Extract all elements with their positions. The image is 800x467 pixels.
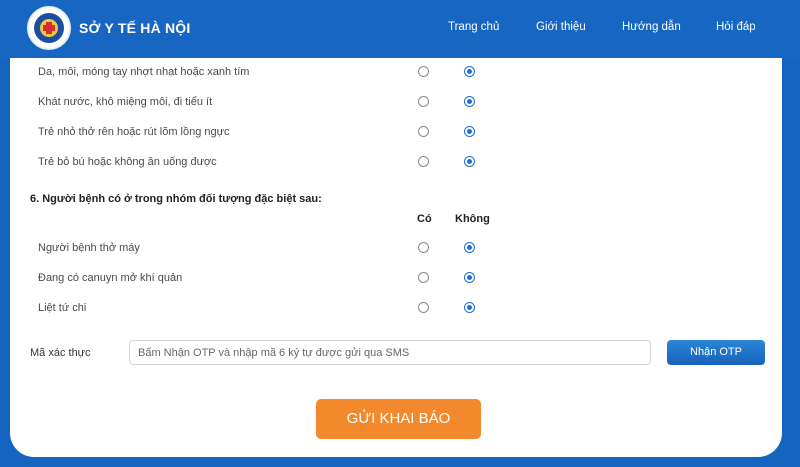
radio-no[interactable]: [464, 96, 475, 107]
column-header-no: Không: [455, 213, 490, 225]
radio-no[interactable]: [464, 272, 475, 283]
symptom-label: Trẻ nhỏ thở rên hoặc rút lõm lồng ngực: [38, 126, 230, 138]
otp-label: Mã xác thực: [30, 347, 91, 359]
radio-no[interactable]: [464, 302, 475, 313]
symptom-label: Khát nước, khô miệng môi, đi tiểu ít: [38, 96, 213, 108]
radio-yes[interactable]: [418, 156, 429, 167]
radio-yes[interactable]: [418, 272, 429, 283]
otp-input[interactable]: [129, 340, 651, 365]
radio-yes[interactable]: [418, 242, 429, 253]
section-title: 6. Người bệnh có ở trong nhóm đối tượng …: [30, 193, 322, 205]
radio-yes[interactable]: [418, 66, 429, 77]
brand-title: SỞ Y TẾ HÀ NỘI: [79, 20, 191, 36]
special-group-label: Đang có canuyn mở khí quản: [38, 272, 183, 284]
nav-home[interactable]: Trang chủ: [448, 21, 499, 33]
radio-yes[interactable]: [418, 126, 429, 137]
symptom-label: Da, môi, móng tay nhợt nhạt hoặc xanh tí…: [38, 66, 250, 78]
radio-no[interactable]: [464, 156, 475, 167]
nav-guide[interactable]: Hướng dẫn: [622, 21, 681, 33]
radio-no[interactable]: [464, 66, 475, 77]
radio-no[interactable]: [464, 242, 475, 253]
ministry-seal-logo[interactable]: [27, 6, 71, 50]
get-otp-button[interactable]: Nhận OTP: [667, 340, 765, 365]
nav-about[interactable]: Giới thiệu: [536, 21, 586, 33]
declaration-form: [10, 58, 782, 457]
radio-yes[interactable]: [418, 302, 429, 313]
header: SỞ Y TẾ HÀ NỘI Trang chủ Giới thiệu Hướn…: [0, 0, 800, 58]
radio-no[interactable]: [464, 126, 475, 137]
symptom-label: Trẻ bỏ bú hoặc không ăn uống được: [38, 156, 217, 168]
special-group-label: Người bệnh thở máy: [38, 242, 140, 254]
nav-faq[interactable]: Hỏi đáp: [716, 21, 756, 33]
submit-declaration-button[interactable]: GỬI KHAI BÁO: [316, 399, 481, 439]
column-header-yes: Có: [417, 213, 432, 225]
radio-yes[interactable]: [418, 96, 429, 107]
special-group-label: Liệt tứ chi: [38, 302, 87, 314]
